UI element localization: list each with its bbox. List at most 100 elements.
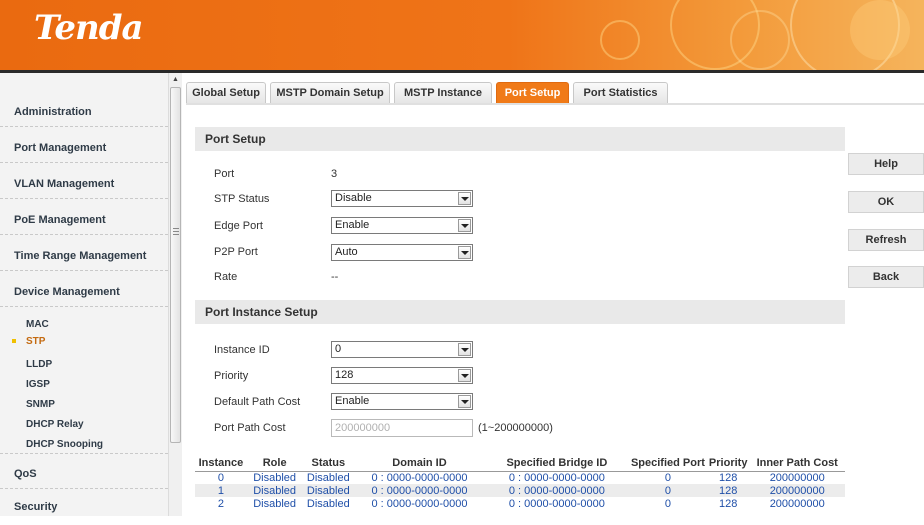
stp-status-label: STP Status bbox=[214, 193, 270, 205]
select-value: Disable bbox=[335, 192, 372, 204]
sidebar-item-port-management[interactable]: Port Management bbox=[0, 127, 168, 163]
default-path-cost-label: Default Path Cost bbox=[214, 396, 301, 408]
sidebar-item-poe-management[interactable]: PoE Management bbox=[0, 199, 168, 235]
sidebar-subitem-igsp[interactable]: IGSP bbox=[26, 379, 50, 390]
sidebar-item-label: Security bbox=[14, 501, 58, 513]
rate-value: -- bbox=[331, 271, 339, 283]
table-cell: Disabled bbox=[253, 497, 297, 510]
chevron-down-icon[interactable] bbox=[458, 192, 471, 205]
column-header: Inner Path Cost bbox=[749, 455, 845, 472]
table-cell: 200000000 bbox=[769, 497, 825, 510]
table-cell: 0 bbox=[664, 471, 671, 484]
sidebar-subitem-stp[interactable]: STP bbox=[26, 336, 45, 347]
table-cell: 0 bbox=[217, 471, 224, 484]
column-header: Status bbox=[302, 455, 355, 472]
table-row[interactable]: 1 Disabled Disabled 0 : 0000-0000-0000 0… bbox=[195, 484, 845, 497]
priority-select[interactable]: 128 bbox=[331, 367, 473, 384]
table-cell: Disabled bbox=[306, 471, 350, 484]
table-cell: 128 bbox=[706, 484, 750, 497]
ok-button[interactable]: OK bbox=[848, 191, 924, 213]
stp-status-select[interactable]: Disable bbox=[331, 190, 473, 207]
sidebar-item-administration[interactable]: Administration bbox=[0, 73, 168, 127]
port-label: Port bbox=[214, 168, 235, 180]
brand-logo: Tenda bbox=[34, 8, 144, 48]
scrollbar-thumb[interactable] bbox=[170, 87, 181, 443]
banner-decoration bbox=[850, 0, 910, 60]
table-cell: 0 : 0000-0000-0000 bbox=[371, 497, 468, 510]
sidebar-item-label: Port Management bbox=[14, 142, 107, 154]
chevron-down-icon[interactable] bbox=[458, 395, 471, 408]
table-cell: 2 bbox=[217, 497, 224, 510]
tab-global-setup[interactable]: Global Setup bbox=[186, 82, 266, 103]
rate-label: Rate bbox=[214, 271, 238, 283]
table-cell: 128 bbox=[719, 471, 738, 484]
sidebar-scrollbar[interactable]: ▲ bbox=[168, 73, 182, 516]
port-path-cost-label: Port Path Cost bbox=[214, 422, 286, 434]
table-cell: 0 : 0000-0000-0000 bbox=[508, 471, 605, 484]
sidebar-item-label: Time Range Management bbox=[14, 250, 147, 262]
tab-port-statistics[interactable]: Port Statistics bbox=[573, 82, 668, 103]
instance-id-label: Instance ID bbox=[214, 344, 270, 356]
table-header-row: Instance Role Status Domain ID Specified… bbox=[195, 455, 845, 472]
table-cell: Disabled bbox=[246, 484, 303, 497]
port-path-cost-range: (1~200000000) bbox=[478, 422, 553, 434]
scroll-up-arrow-icon[interactable]: ▲ bbox=[172, 76, 179, 83]
chevron-down-icon[interactable] bbox=[458, 343, 471, 356]
table-cell: Disabled bbox=[253, 471, 297, 484]
column-header: Domain ID bbox=[354, 455, 485, 472]
port-setup-header: Port Setup bbox=[195, 127, 845, 151]
sidebar: Administration Port Management VLAN Mana… bbox=[0, 73, 168, 516]
sidebar-item-label: QoS bbox=[14, 468, 37, 480]
refresh-button[interactable]: Refresh bbox=[848, 229, 924, 251]
chevron-down-icon[interactable] bbox=[458, 369, 471, 382]
back-button[interactable]: Back bbox=[848, 266, 924, 288]
table-cell: Disabled bbox=[302, 484, 355, 497]
sidebar-item-label: PoE Management bbox=[14, 214, 106, 226]
table-cell: 128 bbox=[719, 497, 738, 510]
table-cell: 200000000 bbox=[769, 471, 825, 484]
table-row[interactable]: 0 Disabled Disabled 0 : 0000-0000-0000 0… bbox=[195, 471, 845, 484]
section-title: Port Instance Setup bbox=[205, 305, 318, 319]
table-cell: 0 : 0000-0000-0000 bbox=[508, 497, 605, 510]
table-cell: 0 : 0000-0000-0000 bbox=[354, 484, 485, 497]
sidebar-subitem-lldp[interactable]: LLDP bbox=[26, 359, 52, 370]
edge-port-select[interactable]: Enable bbox=[331, 217, 473, 234]
default-path-cost-select[interactable]: Enable bbox=[331, 393, 473, 410]
sidebar-subitem-snmp[interactable]: SNMP bbox=[26, 399, 55, 410]
select-value: 128 bbox=[335, 369, 354, 381]
sidebar-subitem-mac[interactable]: MAC bbox=[26, 319, 49, 330]
top-banner: Tenda bbox=[0, 0, 924, 70]
select-value: 0 bbox=[335, 343, 342, 355]
select-value: Auto bbox=[335, 246, 358, 258]
column-header: Instance bbox=[195, 455, 247, 472]
sidebar-subitem-dhcp-relay[interactable]: DHCP Relay bbox=[26, 419, 84, 430]
tab-port-setup[interactable]: Port Setup bbox=[496, 82, 569, 103]
tab-mstp-instance[interactable]: MSTP Instance bbox=[394, 82, 492, 103]
tab-mstp-domain-setup[interactable]: MSTP Domain Setup bbox=[270, 82, 390, 103]
sidebar-item-qos[interactable]: QoS bbox=[0, 453, 168, 489]
sidebar-item-label: Administration bbox=[14, 106, 92, 118]
chevron-down-icon[interactable] bbox=[458, 219, 471, 232]
instance-table: Instance Role Status Domain ID Specified… bbox=[195, 455, 845, 510]
banner-decoration bbox=[600, 20, 640, 60]
help-button[interactable]: Help bbox=[848, 153, 924, 175]
column-header: Role bbox=[246, 455, 303, 472]
port-instance-setup-header: Port Instance Setup bbox=[195, 300, 845, 324]
section-title: Port Setup bbox=[205, 132, 266, 146]
sidebar-item-time-range-management[interactable]: Time Range Management bbox=[0, 235, 168, 271]
table-cell: 0 bbox=[628, 484, 707, 497]
priority-label: Priority bbox=[214, 370, 249, 382]
edge-port-label: Edge Port bbox=[214, 220, 263, 232]
sidebar-item-vlan-management[interactable]: VLAN Management bbox=[0, 163, 168, 199]
sidebar-item-security[interactable]: Security bbox=[0, 489, 168, 525]
banner-decoration bbox=[730, 10, 790, 70]
sidebar-subitem-dhcp-snooping[interactable]: DHCP Snooping bbox=[26, 439, 103, 450]
chevron-down-icon[interactable] bbox=[458, 246, 471, 259]
port-path-cost-input[interactable]: 200000000 bbox=[331, 419, 473, 437]
active-indicator-icon bbox=[12, 339, 16, 343]
table-cell: 0 : 0000-0000-0000 bbox=[371, 471, 468, 484]
instance-id-select[interactable]: 0 bbox=[331, 341, 473, 358]
sidebar-item-device-management[interactable]: Device Management bbox=[0, 271, 168, 307]
table-row[interactable]: 2 Disabled Disabled 0 : 0000-0000-0000 0… bbox=[195, 497, 845, 510]
p2p-port-select[interactable]: Auto bbox=[331, 244, 473, 261]
